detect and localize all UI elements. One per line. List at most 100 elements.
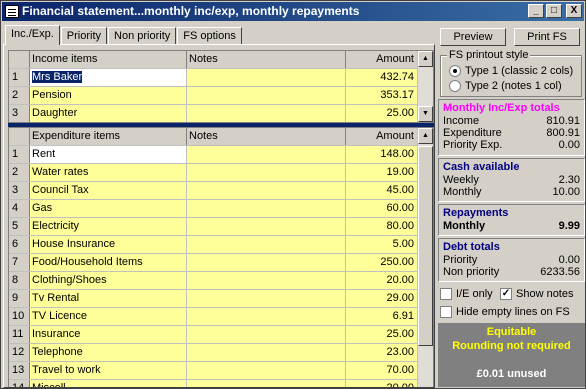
item-name-cell[interactable]: Tv Rental [30,290,187,307]
notes-cell[interactable] [187,182,346,199]
item-name-cell[interactable]: Rent [30,146,187,163]
expenditure-row[interactable]: 4 Gas 60.00 [9,200,433,218]
minimize-button[interactable]: _ [528,4,544,18]
amount-cell[interactable]: 353.17 [346,87,418,104]
income-grid[interactable]: Income items Notes Amount 1 Mrs Baker 432.… [8,50,434,123]
item-name-cell[interactable]: Miscell... [30,380,187,387]
notes-cell[interactable] [187,69,346,86]
item-name-cell[interactable]: Pension [30,87,187,104]
notes-cell[interactable] [187,236,346,253]
notes-cell[interactable] [187,87,346,104]
item-name-cell[interactable]: Travel to work [30,362,187,379]
income-row[interactable]: 1 Mrs Baker 432.74 [9,69,433,87]
scroll-thumb[interactable] [418,146,433,346]
amount-cell[interactable]: 25.00 [346,326,418,343]
expenditure-grid[interactable]: Expenditure items Notes Amount 1 Rent 148.… [8,127,434,387]
amount-cell[interactable]: 19.00 [346,164,418,181]
maximize-button[interactable]: □ [546,4,562,18]
print-fs-button[interactable]: Print FS [514,28,580,46]
scroll-down-icon[interactable]: ▼ [418,106,433,122]
amount-cell[interactable]: 250.00 [346,254,418,271]
item-name-cell-text: Daughter [32,107,78,119]
scroll-up-icon[interactable]: ▲ [418,51,433,67]
expenditure-row[interactable]: 13 Travel to work 70.00 [9,362,433,380]
amount-cell[interactable]: 23.00 [346,344,418,361]
tab-inc-exp[interactable]: Inc./Exp. [5,25,60,45]
notes-cell[interactable] [187,308,346,325]
show-notes-checkbox[interactable]: ✓ Show notes [500,288,573,300]
notes-header[interactable]: Notes [187,51,346,68]
expenditure-row[interactable]: 2 Water rates 19.00 [9,164,433,182]
notes-cell[interactable] [187,362,346,379]
amount-cell[interactable]: 20.00 [346,380,418,387]
expenditure-row[interactable]: 11 Insurance 25.00 [9,326,433,344]
amount-header[interactable]: Amount [346,128,418,145]
expenditure-row[interactable]: 8 Clothing/Shoes 20.00 [9,272,433,290]
expenditure-row[interactable]: 1 Rent 148.00 [9,146,433,164]
amount-cell[interactable]: 25.00 [346,105,418,122]
expenditure-items-header[interactable]: Expenditure items [30,128,187,145]
notes-cell[interactable] [187,105,346,122]
notes-cell[interactable] [187,164,346,181]
amount-cell[interactable]: 20.00 [346,272,418,289]
type2-radio[interactable]: Type 2 (notes 1 col) [449,80,562,92]
notes-header[interactable]: Notes [187,128,346,145]
tab-non-priority[interactable]: Non priority [108,27,177,45]
income-scrollbar[interactable]: ▲ ▼ [417,51,433,122]
item-name-cell[interactable]: Telephone [30,344,187,361]
expenditure-row[interactable]: 5 Electricity 80.00 [9,218,433,236]
amount-cell[interactable]: 80.00 [346,218,418,235]
income-row[interactable]: 3 Daughter 25.00 [9,105,433,122]
amount-cell[interactable]: 6.91 [346,308,418,325]
amount-cell[interactable]: 45.00 [346,182,418,199]
amount-cell[interactable]: 432.74 [346,69,418,86]
notes-cell[interactable] [187,146,346,163]
expenditure-row[interactable]: 7 Food/Household Items 250.00 [9,254,433,272]
notes-cell[interactable] [187,290,346,307]
amount-cell[interactable]: 60.00 [346,200,418,217]
notes-cell[interactable] [187,254,346,271]
income-items-header[interactable]: Income items [30,51,187,68]
scroll-up-icon[interactable]: ▲ [418,128,433,144]
title-bar[interactable]: Financial statement...monthly inc/exp, m… [2,2,584,21]
tab-priority[interactable]: Priority [60,27,108,45]
amount-cell[interactable]: 70.00 [346,362,418,379]
amount-cell[interactable]: 148.00 [346,146,418,163]
amount-cell[interactable]: 29.00 [346,290,418,307]
notes-cell[interactable] [187,380,346,387]
notes-cell[interactable] [187,200,346,217]
close-button[interactable]: X [566,4,582,18]
tab-fs-options[interactable]: FS options [177,27,242,45]
item-name-cell[interactable]: House Insurance [30,236,187,253]
notes-cell[interactable] [187,218,346,235]
item-name-cell[interactable]: Council Tax [30,182,187,199]
amount-cell[interactable]: 5.00 [346,236,418,253]
hide-empty-checkbox[interactable]: Hide empty lines on FS [440,306,570,318]
amount-header[interactable]: Amount [346,51,418,68]
expenditure-row[interactable]: 6 House Insurance 5.00 [9,236,433,254]
item-name-cell[interactable]: Water rates [30,164,187,181]
item-name-cell[interactable]: Gas [30,200,187,217]
expenditure-row[interactable]: 9 Tv Rental 29.00 [9,290,433,308]
item-name-cell[interactable]: Insurance [30,326,187,343]
expenditure-row[interactable]: 10 TV Licence 6.91 [9,308,433,326]
preview-button[interactable]: Preview [440,28,506,46]
item-name-cell[interactable]: Food/Household Items [30,254,187,271]
item-name-cell[interactable]: Clothing/Shoes [30,272,187,289]
ie-only-checkbox[interactable]: I/E only [440,288,493,300]
expenditure-row[interactable]: 14 Miscell... 20.00 [9,380,433,387]
row-number: 11 [9,326,30,343]
income-row[interactable]: 2 Pension 353.17 [9,87,433,105]
notes-cell[interactable] [187,326,346,343]
expenditure-scrollbar[interactable]: ▲ [417,128,433,387]
type1-radio[interactable]: Type 1 (classic 2 cols) [449,65,573,77]
notes-cell[interactable] [187,272,346,289]
item-name-cell[interactable]: Electricity [30,218,187,235]
expenditure-row[interactable]: 12 Telephone 23.00 [9,344,433,362]
expenditure-row[interactable]: 3 Council Tax 45.00 [9,182,433,200]
item-name-cell[interactable]: Mrs Baker [30,69,187,86]
notes-cell[interactable] [187,344,346,361]
item-name-cell[interactable]: TV Licence [30,308,187,325]
amount-cell-text: 25.00 [386,328,414,340]
item-name-cell[interactable]: Daughter [30,105,187,122]
